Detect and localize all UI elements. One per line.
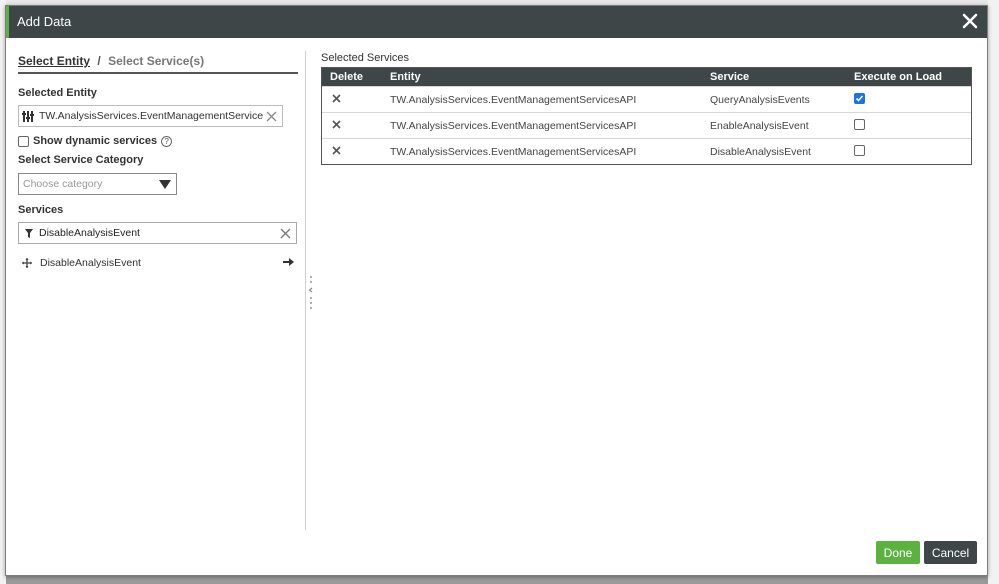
grid-header: Delete Entity Service Execute on Load [322,68,971,86]
row-service: EnableAnalysisEvent [710,119,809,132]
service-category-label: Select Service Category [18,154,144,166]
services-label: Services [18,204,64,216]
step-select-entity[interactable]: Select Entity [18,54,90,68]
selected-entity-value: TW.AnalysisServices.EventManagementServi… [39,110,263,122]
table-row: TW.AnalysisServices.EventManagementServi… [322,112,971,138]
row-entity: TW.AnalysisServices.EventManagementServi… [390,119,637,132]
column-header-service: Service [710,71,750,83]
show-dynamic-services-row: Show dynamic services ? [18,135,173,147]
cancel-button[interactable]: Cancel [924,541,977,564]
services-filter-value: DisableAnalysisEvent [39,227,140,239]
row-service: DisableAnalysisEvent [710,145,811,158]
add-data-dialog: Add Data Select Entity / Select Service(… [5,5,988,576]
help-icon[interactable]: ? [161,135,173,147]
table-row: TW.AnalysisServices.EventManagementServi… [322,86,971,112]
add-service-arrow-icon[interactable] [283,258,294,266]
execute-on-load-checkbox[interactable] [854,118,865,130]
delete-row-icon[interactable] [332,145,341,155]
checkmark-icon [855,94,864,102]
row-entity: TW.AnalysisServices.EventManagementServi… [390,93,637,106]
category-placeholder: Choose category [23,178,103,190]
drag-move-icon[interactable] [22,258,32,268]
selected-services-pane: Selected Services Delete Entity Service … [321,52,972,165]
selected-entity-field[interactable]: TW.AnalysisServices.EventManagementServi… [18,105,283,127]
done-button[interactable]: Done [876,541,920,564]
clear-entity-icon[interactable] [266,111,277,122]
execute-on-load-checkbox[interactable] [854,144,865,156]
filter-icon [25,228,33,238]
step-breadcrumb: Select Entity / Select Service(s) [18,50,298,74]
dialog-title: Add Data [17,14,72,29]
row-service: QueryAnalysisEvents [710,93,810,106]
table-row: TW.AnalysisServices.EventManagementServi… [322,138,971,164]
column-header-entity: Entity [390,71,421,83]
show-dynamic-services-label: Show dynamic services [33,135,158,147]
row-entity: TW.AnalysisServices.EventManagementServi… [390,145,637,158]
delete-row-icon[interactable] [332,119,341,129]
dialog-header: Add Data [6,6,987,38]
caret-down-icon [159,180,171,189]
selected-services-label: Selected Services [321,52,410,64]
service-item-name: DisableAnalysisEvent [40,257,141,269]
execute-on-load-checkbox[interactable] [854,92,865,104]
background-app-right-edge [988,0,999,584]
entity-thing-icon [22,110,34,122]
clear-filter-icon[interactable] [280,228,291,239]
step-separator: / [97,54,101,68]
selected-entity-label: Selected Entity [18,87,97,99]
splitter-handle-icon[interactable] [308,274,314,310]
selected-services-grid: Delete Entity Service Execute on Load TW… [321,67,972,165]
delete-row-icon[interactable] [332,93,341,103]
close-icon[interactable] [959,10,981,32]
entity-selection-pane: Select Entity / Select Service(s) Select… [18,50,298,530]
column-header-execute-on-load: Execute on Load [854,71,943,83]
services-filter-input[interactable]: DisableAnalysisEvent [18,222,297,244]
service-list-item[interactable]: DisableAnalysisEvent [22,255,294,271]
pane-divider [305,51,306,530]
show-dynamic-services-checkbox[interactable] [18,135,29,147]
service-category-dropdown[interactable]: Choose category [18,173,177,195]
column-header-delete: Delete [330,71,364,83]
step-select-services[interactable]: Select Service(s) [108,54,204,68]
